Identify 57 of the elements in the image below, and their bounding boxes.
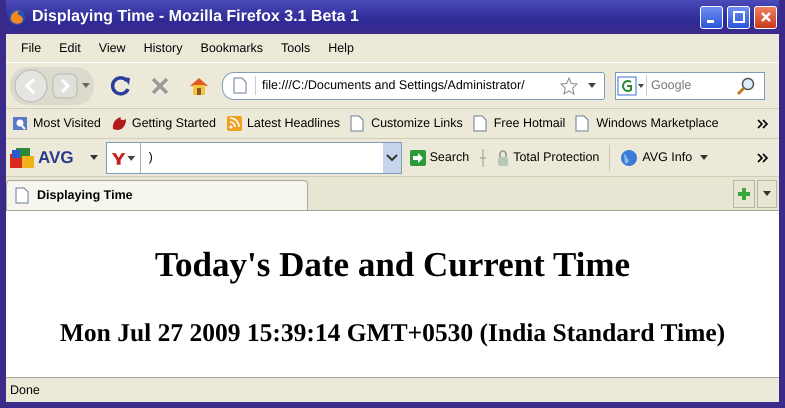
caret-icon <box>700 154 708 160</box>
close-button[interactable] <box>754 6 777 28</box>
menu-item[interactable]: Tools <box>272 38 320 58</box>
toolbar-button[interactable]: AVG Info <box>618 148 710 167</box>
feed-icon <box>226 115 242 132</box>
date-time-text: Mon Jul 27 2009 15:39:14 GMT+0530 (India Standard Time) <box>58 316 726 348</box>
menu-item[interactable]: File <box>12 38 50 58</box>
page-heading: Today's Date and Current Time <box>154 244 632 286</box>
menu-item[interactable]: View <box>90 38 135 58</box>
maximize-button[interactable] <box>727 6 750 28</box>
avg-logo-text: AVG <box>38 146 74 169</box>
toolbar-button[interactable]: Total Protection <box>495 148 602 167</box>
bookmark-link[interactable]: Free Hotmail <box>468 114 570 133</box>
close-icon <box>760 11 772 23</box>
minimize-icon <box>706 20 714 22</box>
search-box[interactable]: Google <box>615 72 765 100</box>
menu-item[interactable]: Edit <box>50 38 90 58</box>
menu-item[interactable]: Bookmarks <box>191 38 272 58</box>
arrow-icon <box>410 150 426 166</box>
tab-list-button[interactable] <box>757 180 777 208</box>
browser-tab[interactable]: Displaying Time <box>6 180 308 210</box>
caret-icon[interactable] <box>588 82 596 88</box>
window-title: Displaying Time - Mozilla Firefox 3.1 Beta 1 <box>32 7 360 27</box>
menu-item[interactable]: Help <box>319 38 363 58</box>
address-bar[interactable]: file:///C:/Documents and Settings/Administrator/ <box>222 72 605 100</box>
firefox-icon <box>8 8 26 26</box>
caret-icon <box>763 190 771 196</box>
status-text: Done <box>10 382 40 399</box>
url-text: file:///C:/Documents and Settings/Administrator/ <box>255 76 554 95</box>
bookmark-link[interactable]: Customize Links <box>346 114 467 133</box>
caret-icon[interactable] <box>88 154 100 160</box>
menu-item[interactable]: History <box>134 38 192 58</box>
bookmark-link[interactable]: Most Visited <box>8 114 105 133</box>
bookmark-link[interactable]: Getting Started <box>106 114 220 133</box>
page-icon <box>233 77 247 94</box>
most-visited-icon <box>12 115 28 132</box>
page-icon <box>350 115 366 132</box>
toolbar-button[interactable]: Search <box>408 148 472 167</box>
chevron-icon[interactable] <box>757 152 769 162</box>
globe-icon <box>620 148 638 166</box>
dropdown-icon[interactable] <box>382 142 401 172</box>
bookmark-link[interactable]: Latest Headlines <box>222 114 344 133</box>
star-icon[interactable] <box>560 76 578 94</box>
maximize-icon <box>732 11 744 23</box>
search-icon[interactable] <box>736 76 756 96</box>
search-box[interactable]: ) <box>106 142 402 174</box>
page-icon <box>15 187 29 204</box>
separator-icon <box>479 148 488 168</box>
bookmark-link[interactable]: Windows Marketplace <box>571 114 723 133</box>
chevron-icon[interactable] <box>757 118 769 128</box>
avg-logo-icon <box>10 146 36 170</box>
minimize-button[interactable] <box>700 6 723 28</box>
page-icon <box>472 115 489 132</box>
lock-icon <box>497 148 510 166</box>
page-icon <box>575 115 592 132</box>
google-icon[interactable] <box>616 74 646 96</box>
plus-icon <box>737 186 751 200</box>
